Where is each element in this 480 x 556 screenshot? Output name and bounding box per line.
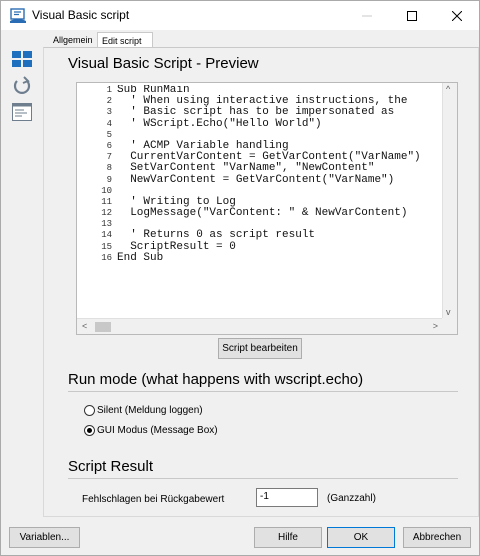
minimize-button[interactable] bbox=[344, 1, 389, 30]
cancel-button[interactable]: Abbrechen bbox=[403, 527, 471, 548]
preview-title: Visual Basic Script - Preview bbox=[68, 55, 259, 72]
edit-script-button[interactable]: Script bearbeiten bbox=[218, 338, 302, 359]
radio-silent-label: Silent (Meldung loggen) bbox=[97, 405, 203, 416]
line-number: 15 bbox=[101, 241, 112, 252]
radio-silent-control[interactable] bbox=[84, 405, 95, 416]
code-text: LogMessage("VarContent: " & NewVarConten… bbox=[117, 207, 408, 220]
scroll-down-icon[interactable]: v bbox=[446, 307, 451, 317]
run-mode-divider bbox=[68, 391, 458, 392]
code-line: 9 NewVarContent = GetVarContent("VarName… bbox=[77, 173, 443, 186]
line-number: 11 bbox=[101, 196, 112, 207]
variables-button[interactable]: Variablen... bbox=[9, 527, 80, 548]
line-number: 2 bbox=[106, 96, 112, 107]
radio-gui-label: GUI Modus (Message Box) bbox=[97, 425, 218, 436]
radio-silent[interactable]: Silent (Meldung loggen) bbox=[84, 405, 203, 416]
tiles-icon[interactable] bbox=[11, 48, 33, 70]
script-result-title: Script Result bbox=[68, 458, 154, 475]
scroll-left-icon[interactable]: < bbox=[82, 321, 87, 331]
line-number: 13 bbox=[101, 219, 112, 230]
scroll-up-icon[interactable]: ^ bbox=[446, 84, 450, 94]
code-text: SetVarContent "VarName", "NewContent" bbox=[117, 162, 375, 175]
minimize-icon bbox=[361, 15, 372, 16]
close-button[interactable] bbox=[434, 1, 479, 30]
code-line: 16 End Sub bbox=[77, 251, 443, 264]
line-number: 4 bbox=[106, 118, 112, 129]
return-value-label: Fehlschlagen bei Rückgabewert bbox=[82, 494, 225, 505]
ok-button[interactable]: OK bbox=[327, 527, 395, 548]
title-bar: Visual Basic script bbox=[1, 1, 479, 30]
code-lines: 1 Sub RunMain 2 ' When using interactive i… bbox=[77, 85, 443, 317]
return-value-unit: (Ganzzahl) bbox=[327, 493, 376, 504]
tab-allgemein[interactable]: Allgemein bbox=[49, 32, 97, 48]
horizontal-scrollbar[interactable]: < > bbox=[77, 318, 443, 334]
line-number: 3 bbox=[106, 107, 112, 118]
line-number: 10 bbox=[101, 185, 112, 196]
app-icon bbox=[10, 8, 26, 23]
script-window-icon[interactable] bbox=[11, 101, 33, 123]
line-number: 12 bbox=[101, 208, 112, 219]
line-number: 9 bbox=[106, 174, 112, 185]
line-number: 1 bbox=[106, 85, 112, 95]
line-number: 8 bbox=[106, 163, 112, 174]
code-line: 4 ' WScript.Echo("Hello World") bbox=[77, 117, 443, 130]
code-text: ' Basic script has to be impersonated as bbox=[117, 106, 395, 119]
code-text: ' Returns 0 as script result bbox=[117, 229, 316, 242]
return-value-input[interactable]: -1 bbox=[256, 488, 318, 507]
close-icon bbox=[451, 10, 462, 21]
vertical-scrollbar[interactable]: ^ v bbox=[442, 83, 457, 319]
radio-gui[interactable]: GUI Modus (Message Box) bbox=[84, 425, 218, 436]
code-text: ' WScript.Echo("Hello World") bbox=[117, 117, 322, 130]
code-line: 3 ' Basic script has to be impersonated … bbox=[77, 107, 443, 118]
window-title: Visual Basic script bbox=[32, 8, 130, 22]
scroll-corner bbox=[442, 318, 457, 334]
sidebar bbox=[1, 30, 41, 518]
radio-gui-control[interactable] bbox=[84, 425, 95, 436]
dialog-window: Visual Basic script Allgemein Edit scrip… bbox=[0, 0, 480, 556]
tab-panel: Visual Basic Script - Preview 1 Sub RunMa… bbox=[43, 47, 479, 517]
code-text: End Sub bbox=[117, 251, 164, 264]
run-mode-title: Run mode (what happens with wscript.echo… bbox=[68, 371, 364, 388]
scroll-right-icon[interactable]: > bbox=[433, 321, 438, 331]
code-text: NewVarContent = GetVarContent("VarName") bbox=[117, 173, 395, 186]
line-number: 5 bbox=[106, 129, 112, 140]
line-number: 6 bbox=[106, 140, 112, 151]
line-number: 14 bbox=[101, 230, 112, 241]
maximize-button[interactable] bbox=[389, 1, 434, 30]
panel-content: Visual Basic Script - Preview 1 Sub RunMa… bbox=[44, 48, 478, 516]
line-number: 16 bbox=[101, 252, 112, 263]
horizontal-scroll-thumb[interactable] bbox=[95, 322, 111, 332]
line-number: 7 bbox=[106, 152, 112, 163]
maximize-icon bbox=[406, 10, 417, 21]
undo-icon[interactable] bbox=[11, 74, 33, 96]
code-editor[interactable]: 1 Sub RunMain 2 ' When using interactive i… bbox=[76, 82, 458, 335]
help-button[interactable]: Hilfe bbox=[254, 527, 322, 548]
code-line: 14 ' Returns 0 as script result bbox=[77, 230, 443, 241]
code-line: 12 LogMessage("VarContent: " & NewVarCon… bbox=[77, 207, 443, 220]
code-line: 8 SetVarContent "VarName", "NewContent" bbox=[77, 163, 443, 174]
script-result-divider bbox=[68, 478, 458, 479]
